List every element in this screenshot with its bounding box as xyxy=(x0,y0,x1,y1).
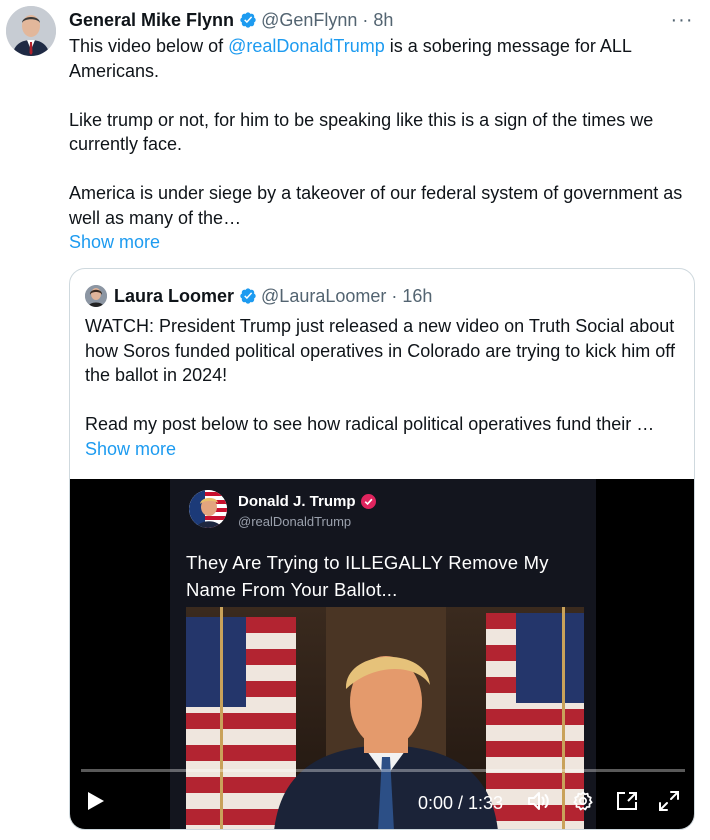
tweet-paragraph-3: America is under siege by a takeover of … xyxy=(69,183,683,228)
volume-icon[interactable] xyxy=(522,781,556,821)
author-name[interactable]: General Mike Flynn xyxy=(69,10,234,31)
verified-icon xyxy=(239,287,257,305)
quoted-show-more-link[interactable]: Show more xyxy=(85,437,176,462)
tweet-paragraph-2: Like trump or not, for him to be speakin… xyxy=(69,109,654,155)
video-controls: 0:00 / 1:33 xyxy=(70,769,694,829)
more-icon[interactable]: ··· xyxy=(668,8,696,32)
truth-verified-icon xyxy=(360,494,376,509)
play-icon[interactable] xyxy=(76,779,116,823)
tweet-text-pre: This video below of xyxy=(69,36,229,56)
separator: · xyxy=(362,9,369,30)
truth-author-name-text: Donald J. Trump xyxy=(238,493,356,510)
progress-bar[interactable] xyxy=(81,769,685,772)
timestamp[interactable]: 8h xyxy=(373,10,393,31)
quoted-avatar[interactable] xyxy=(85,285,107,307)
quoted-header: Laura Loomer @LauraLoomer · 16h xyxy=(85,285,432,307)
tweet-text: This video below of @realDonaldTrump is … xyxy=(69,34,694,255)
quoted-timestamp[interactable]: 16h xyxy=(402,286,432,307)
show-more-link[interactable]: Show more xyxy=(69,230,160,255)
quoted-text: WATCH: President Trump just released a n… xyxy=(85,314,685,461)
tweet: General Mike Flynn @GenFlynn · 8h ··· Th… xyxy=(0,0,710,840)
truth-author-handle: @realDonaldTrump xyxy=(238,514,352,529)
video-player[interactable]: Donald J. Trump @realDonaldTrump They Ar… xyxy=(70,479,694,829)
quoted-author-name[interactable]: Laura Loomer xyxy=(114,286,234,307)
verified-icon xyxy=(239,11,257,29)
tweet-header: General Mike Flynn @GenFlynn · 8h xyxy=(69,8,393,32)
video-time: 0:00 / 1:33 xyxy=(418,793,504,813)
tweet-paragraph-1: This video below of @realDonaldTrump is … xyxy=(69,34,694,83)
truth-post-text: They Are Trying to ILLEGALLY Remove My N… xyxy=(186,552,549,600)
avatar[interactable] xyxy=(6,6,56,56)
author-handle[interactable]: @GenFlynn xyxy=(261,10,357,31)
quoted-paragraph-2: Read my post below to see how radical po… xyxy=(85,414,655,434)
fullscreen-icon[interactable] xyxy=(652,781,686,821)
mention-link[interactable]: @realDonaldTrump xyxy=(228,36,385,56)
quoted-paragraph-1: WATCH: President Trump just released a n… xyxy=(85,316,675,385)
settings-icon[interactable] xyxy=(566,781,600,821)
separator: · xyxy=(391,285,398,306)
truth-avatar xyxy=(189,490,227,528)
quoted-tweet[interactable]: Laura Loomer @LauraLoomer · 16h WATCH: P… xyxy=(69,268,695,830)
truth-author-name: Donald J. Trump xyxy=(238,493,376,510)
quoted-author-handle[interactable]: @LauraLoomer xyxy=(261,286,386,307)
pip-icon[interactable] xyxy=(610,781,644,821)
